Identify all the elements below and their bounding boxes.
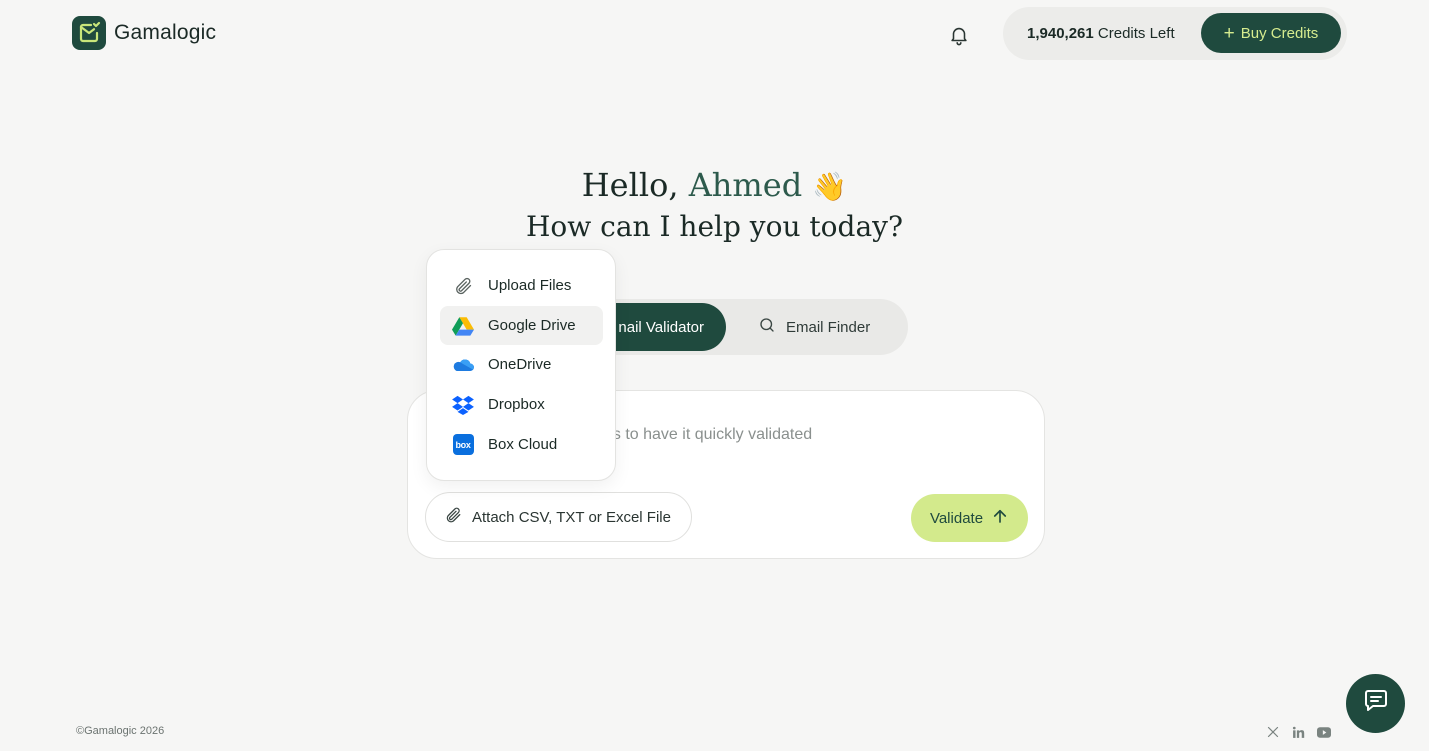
footer-copyright: ©Gamalogic 2026 [76, 725, 165, 737]
onedrive-icon [452, 354, 474, 376]
buy-credits-label: Buy Credits [1240, 24, 1319, 42]
page: Gamalogic 1,940,261 Credits Left + Buy C… [0, 0, 1429, 751]
arrow-up-icon [991, 507, 1009, 529]
linkedin-icon[interactable] [1290, 724, 1306, 740]
brand-logo[interactable]: Gamalogic [72, 16, 216, 50]
paperclip-icon [452, 275, 474, 297]
google-drive-icon [452, 315, 474, 337]
greeting-hello: Hello, [581, 166, 679, 204]
menu-item-google-drive[interactable]: Google Drive [440, 306, 603, 345]
menu-item-label: Upload Files [488, 277, 572, 294]
attach-file-label: Attach CSV, TXT or Excel File [472, 508, 671, 526]
waving-hand-icon: 👋 [812, 170, 848, 203]
paperclip-icon [444, 506, 462, 528]
greeting-title: Hello, Ahmed 👋 [0, 166, 1429, 204]
search-icon [758, 316, 776, 338]
chat-icon [1363, 689, 1389, 718]
credits-balance: 1,940,261 Credits Left [1027, 25, 1175, 42]
credits-number: 1,940,261 [1027, 25, 1094, 42]
tab-email-finder[interactable]: Email Finder [758, 303, 870, 351]
menu-item-label: Box Cloud [488, 436, 558, 453]
menu-item-label: OneDrive [488, 356, 552, 373]
greeting-question: How can I help you today? [526, 210, 903, 243]
box-icon-text: box [452, 434, 474, 455]
menu-item-upload-files[interactable]: Upload Files [440, 266, 603, 305]
credits-suffix: Credits Left [1097, 25, 1175, 42]
bell-icon[interactable] [946, 22, 972, 48]
greeting-name: Ahmed [688, 166, 803, 204]
plus-icon: + [1223, 22, 1235, 44]
buy-credits-button[interactable]: + Buy Credits [1201, 13, 1341, 53]
x-twitter-icon[interactable] [1265, 724, 1281, 740]
box-icon: box [452, 434, 474, 456]
credits-pill: 1,940,261 Credits Left + Buy Credits [1003, 7, 1347, 60]
menu-item-box-cloud[interactable]: box Box Cloud [440, 425, 603, 464]
dropbox-icon [452, 394, 474, 416]
youtube-icon[interactable] [1316, 724, 1332, 740]
brand-name: Gamalogic [114, 21, 217, 44]
menu-item-dropbox[interactable]: Dropbox [440, 385, 603, 424]
menu-item-label: Dropbox [488, 396, 545, 413]
attach-file-button[interactable]: Attach CSV, TXT or Excel File [425, 492, 692, 542]
tab-email-validator-label: nail Validator [618, 318, 704, 336]
chat-support-button[interactable] [1346, 674, 1405, 733]
email-input-placeholder[interactable]: ess to have it quickly validated [596, 426, 812, 444]
validate-button[interactable]: Validate [911, 494, 1028, 542]
menu-item-onedrive[interactable]: OneDrive [440, 345, 603, 384]
upload-source-menu: Upload Files Google Drive OneDrive Dropb… [426, 249, 616, 481]
menu-item-label: Google Drive [488, 317, 576, 334]
tab-email-finder-label: Email Finder [786, 318, 871, 336]
validate-label: Validate [929, 509, 984, 527]
mail-logo-icon [72, 16, 106, 50]
